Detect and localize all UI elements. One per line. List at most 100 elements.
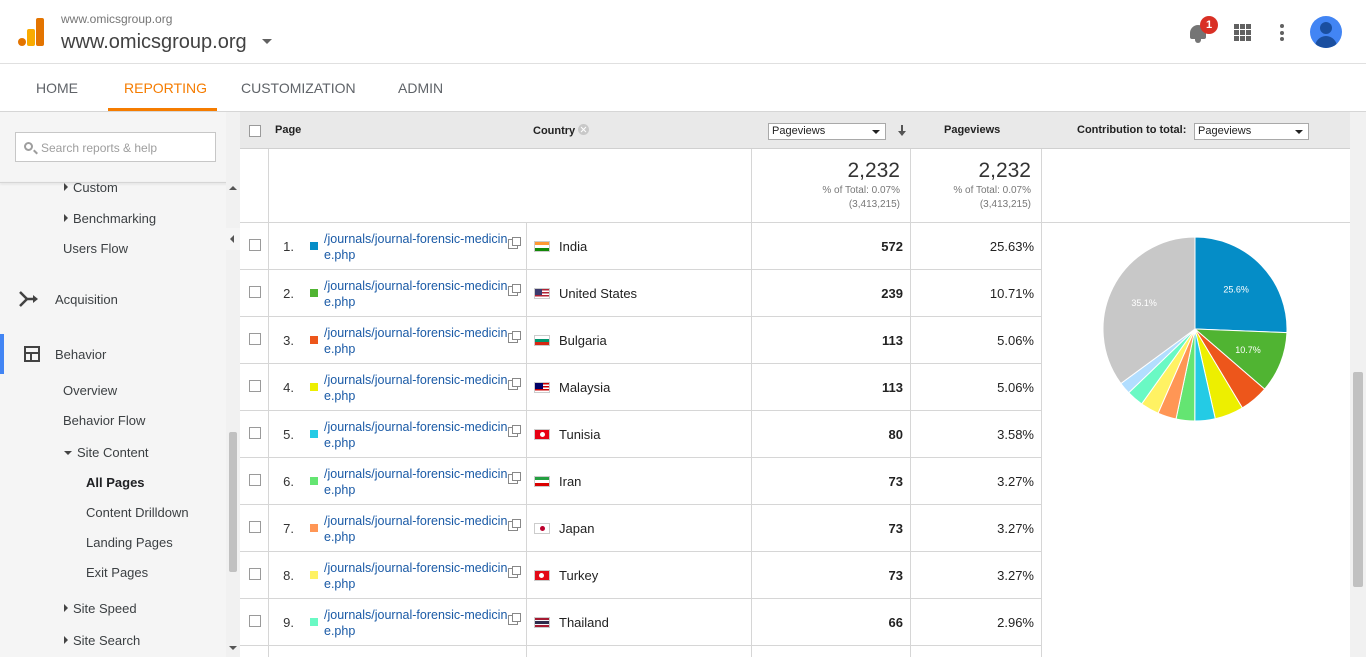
row-number: 4.	[283, 380, 294, 395]
search-box[interactable]	[15, 132, 216, 162]
row-checkbox[interactable]	[249, 427, 261, 439]
open-external-icon[interactable]	[508, 472, 521, 484]
row-checkbox[interactable]	[249, 333, 261, 345]
country-name[interactable]: Thailand	[559, 615, 609, 630]
open-external-icon[interactable]	[508, 284, 521, 296]
chevron-down-icon[interactable]	[262, 39, 272, 44]
sidebar-scroll-thumb[interactable]	[229, 432, 237, 572]
sidebar-item-all-pages[interactable]: All Pages	[86, 475, 145, 490]
country-name[interactable]: India	[559, 239, 587, 254]
row-checkbox[interactable]	[249, 521, 261, 533]
pageviews-value: 73	[888, 568, 903, 583]
pageviews-value: 572	[881, 239, 903, 254]
pageviews-percent: 2.96%	[997, 615, 1034, 630]
column-header-country[interactable]: Country	[533, 124, 590, 137]
sidebar-scrollbar[interactable]	[226, 112, 240, 657]
page-link[interactable]: /journals/journal-forensic-medicine.php	[324, 231, 508, 263]
row-checkbox[interactable]	[249, 615, 261, 627]
open-external-icon[interactable]	[508, 425, 521, 437]
sort-arrow-icon[interactable]	[897, 125, 907, 137]
row-checkbox[interactable]	[249, 380, 261, 392]
row-number: 3.	[283, 333, 294, 348]
tab-admin[interactable]: ADMIN	[398, 64, 443, 111]
pageviews-value: 73	[888, 521, 903, 536]
open-external-icon[interactable]	[508, 378, 521, 390]
sidebar-item-exit-pages[interactable]: Exit Pages	[86, 565, 148, 580]
page-link[interactable]: /journals/journal-forensic-medicine.php	[324, 372, 508, 404]
japan-flag-icon	[534, 523, 550, 534]
scroll-up-icon[interactable]	[229, 186, 237, 190]
page-link[interactable]: /journals/journal-forensic-medicine.php	[324, 278, 508, 310]
tab-home[interactable]: HOME	[36, 64, 78, 111]
metric-select[interactable]: Pageviews	[768, 123, 886, 140]
country-name[interactable]: Japan	[559, 521, 594, 536]
main-scroll-thumb[interactable]	[1353, 372, 1363, 587]
sidebar-item-benchmarking[interactable]: Benchmarking	[64, 211, 156, 226]
country-name[interactable]: Iran	[559, 474, 581, 489]
scroll-down-icon[interactable]	[229, 646, 237, 650]
row-number: 8.	[283, 568, 294, 583]
account-selector[interactable]: www.omicsgroup.org	[61, 31, 247, 54]
row-checkbox[interactable]	[249, 474, 261, 486]
open-external-icon[interactable]	[508, 566, 521, 578]
apps-grid-icon[interactable]	[1234, 24, 1251, 41]
tab-reporting[interactable]: REPORTING	[108, 64, 217, 111]
sidebar-item-site-content[interactable]: Site Content	[64, 445, 149, 460]
acquisition-icon	[19, 291, 38, 307]
open-external-icon[interactable]	[508, 331, 521, 343]
country-name[interactable]: Malaysia	[559, 380, 610, 395]
country-name[interactable]: Turkey	[559, 568, 598, 583]
main-scrollbar[interactable]	[1350, 112, 1366, 657]
row-checkbox[interactable]	[249, 239, 261, 251]
series-color-swatch	[310, 618, 318, 626]
page-link[interactable]: /journals/journal-forensic-medicine.php	[324, 607, 508, 639]
row-checkbox[interactable]	[249, 568, 261, 580]
sidebar-item-content-drilldown[interactable]: Content Drilldown	[86, 505, 189, 520]
contribution-label: Contribution to total:	[1077, 124, 1187, 136]
tab-customization[interactable]: CUSTOMIZATION	[241, 64, 356, 111]
contribution-select[interactable]: Pageviews	[1194, 123, 1309, 140]
row-checkbox[interactable]	[249, 286, 261, 298]
pie-slice-label: 10.7%	[1235, 345, 1261, 355]
page-link[interactable]: /journals/journal-forensic-medicine.php	[324, 325, 508, 357]
sidebar-item-site-search[interactable]: Site Search	[64, 633, 140, 648]
page-link[interactable]: /journals/journal-forensic-medicine.php	[324, 419, 508, 451]
open-external-icon[interactable]	[508, 613, 521, 625]
search-input[interactable]	[41, 139, 211, 157]
open-external-icon[interactable]	[508, 519, 521, 531]
open-external-icon[interactable]	[508, 237, 521, 249]
sidebar-section-acquisition[interactable]: Acquisition	[0, 279, 226, 319]
collapse-sidebar-icon[interactable]	[226, 228, 240, 250]
column-header-pageviews[interactable]: Pageviews	[944, 124, 1000, 136]
chevron-right-icon	[64, 636, 68, 644]
sidebar-item-landing-pages[interactable]: Landing Pages	[86, 535, 173, 550]
page-link[interactable]: /journals/journal-forensic-medicine.php	[324, 513, 508, 545]
sidebar-item-overview[interactable]: Overview	[63, 383, 117, 398]
more-vert-icon[interactable]	[1279, 24, 1284, 41]
pageviews-percent: 3.27%	[997, 521, 1034, 536]
avatar[interactable]	[1310, 16, 1342, 48]
total-pageviews-percent: % of Total: 0.07%	[822, 185, 900, 196]
row-number: 9.	[283, 615, 294, 630]
sidebar-item-custom[interactable]: Custom	[64, 180, 118, 195]
pageviews-value: 66	[888, 615, 903, 630]
sidebar-item-behavior-flow[interactable]: Behavior Flow	[63, 413, 145, 428]
page-link[interactable]: /journals/journal-forensic-medicine.php	[324, 560, 508, 592]
sidebar-item-users-flow[interactable]: Users Flow	[63, 241, 128, 256]
select-all-checkbox[interactable]	[249, 125, 261, 137]
analytics-logo-icon[interactable]	[18, 18, 44, 46]
sidebar-section-behavior[interactable]: Behavior	[0, 334, 226, 374]
table-header: Page Country Pageviews Pageviews Contrib…	[240, 112, 1350, 149]
remove-dimension-icon[interactable]	[578, 124, 590, 135]
sidebar-item-site-speed[interactable]: Site Speed	[64, 601, 137, 616]
table-row: 9. /journals/journal-forensic-medicine.ph…	[240, 599, 1041, 646]
chevron-right-icon	[64, 214, 68, 222]
column-header-page[interactable]: Page	[275, 124, 301, 136]
pageviews-percent: 3.27%	[997, 474, 1034, 489]
page-link[interactable]: /journals/journal-forensic-medicine.php	[324, 466, 508, 498]
thailand-flag-icon	[534, 617, 550, 628]
country-name[interactable]: Tunisia	[559, 427, 600, 442]
pageviews-percent: 5.06%	[997, 333, 1034, 348]
country-name[interactable]: United States	[559, 286, 637, 301]
country-name[interactable]: Bulgaria	[559, 333, 607, 348]
